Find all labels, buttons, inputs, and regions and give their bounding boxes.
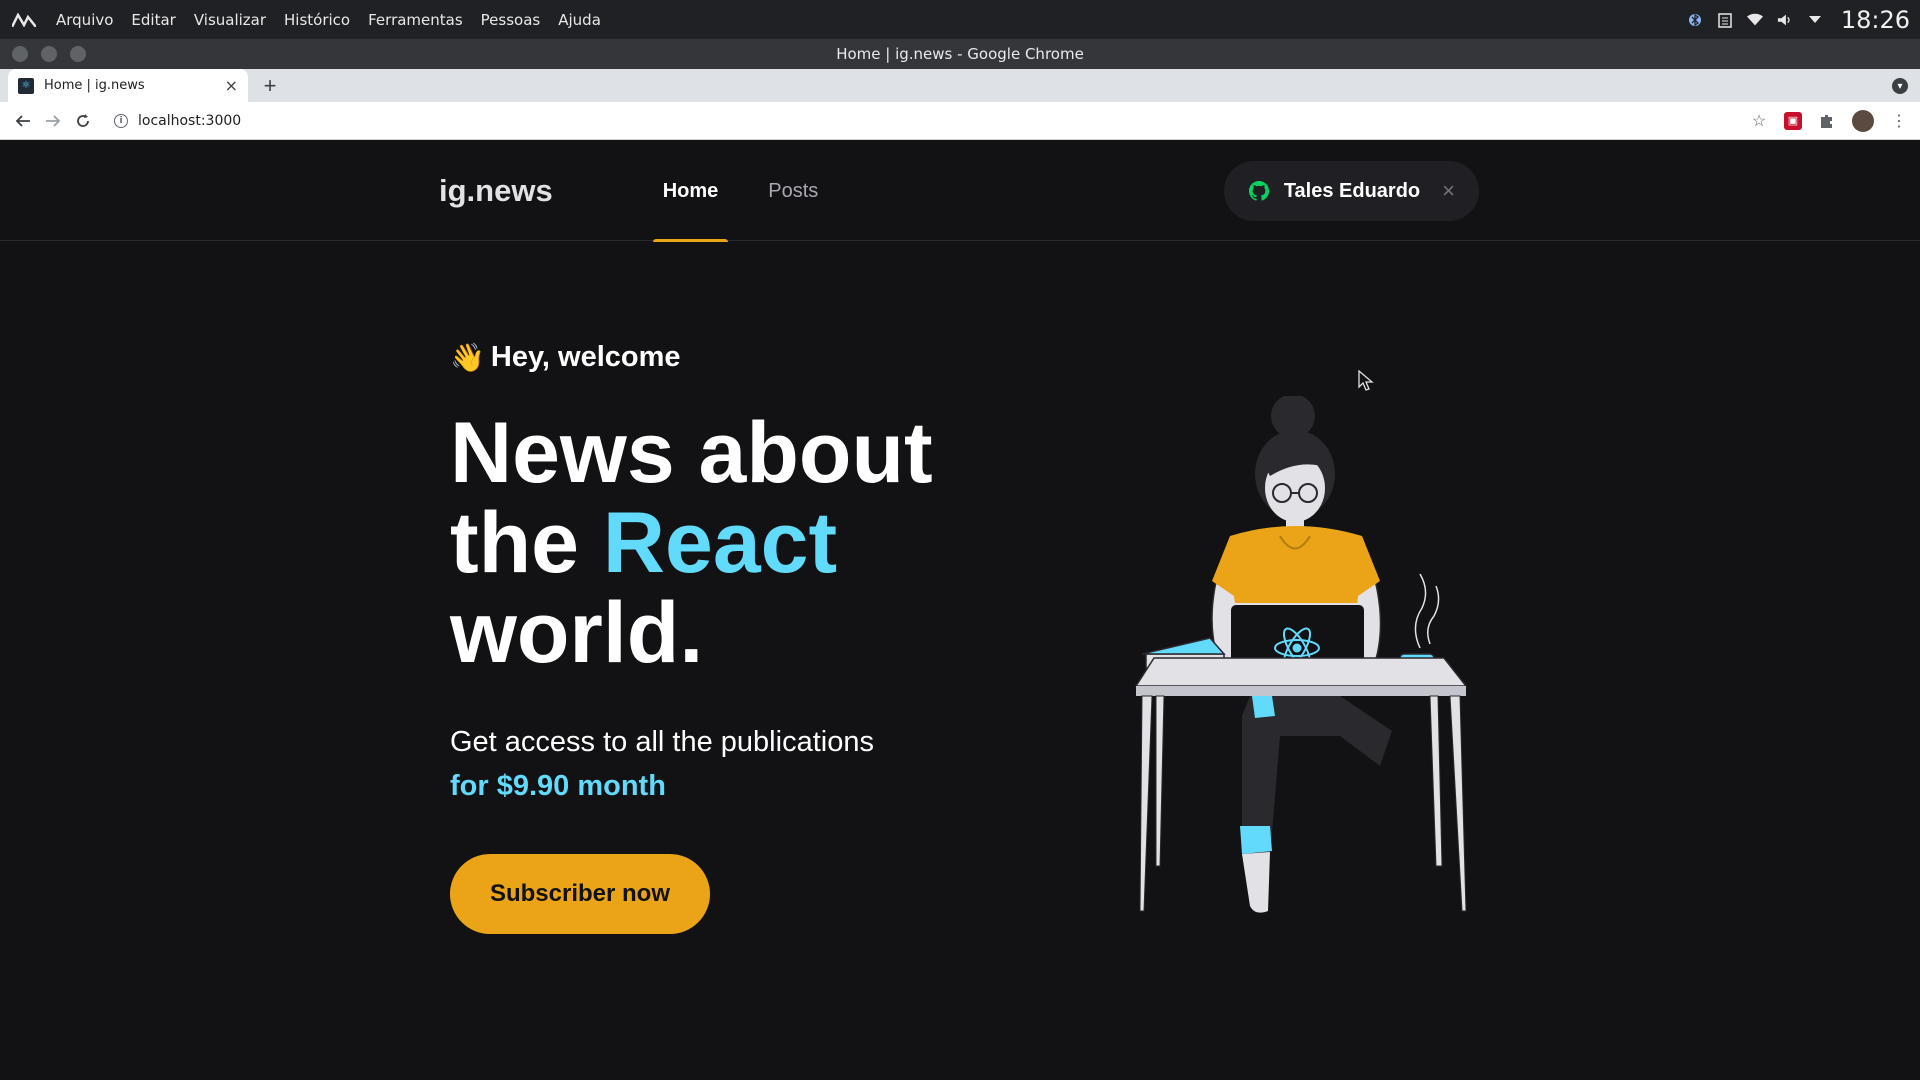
extension-area: ☆ ▣ ⋮	[1750, 109, 1908, 132]
bookmark-star-icon[interactable]: ☆	[1750, 112, 1768, 130]
github-signin-button[interactable]: Tales Eduardo ×	[1223, 161, 1479, 221]
menu-arquivo[interactable]: Arquivo	[56, 11, 113, 29]
hero-headline: News about the React world.	[450, 408, 990, 678]
system-tray: 18:26	[1687, 6, 1910, 34]
user-name: Tales Eduardo	[1283, 179, 1421, 202]
menu-pessoas[interactable]: Pessoas	[481, 11, 541, 29]
bluetooth-icon[interactable]	[1687, 12, 1703, 28]
forward-button[interactable]	[38, 106, 68, 136]
site-header: ig.news Home Posts Tales Eduardo ×	[0, 141, 1920, 242]
os-top-bar: Arquivo Editar Visualizar Histórico Ferr…	[0, 0, 1920, 39]
site-logo[interactable]: ig.news	[439, 173, 553, 209]
profile-avatar[interactable]	[1852, 109, 1874, 132]
menu-historico[interactable]: Histórico	[284, 11, 350, 29]
subscribe-button[interactable]: Subscriber now	[450, 854, 710, 934]
window-title: Home | ig.news - Google Chrome	[836, 45, 1084, 63]
signout-close-icon[interactable]: ×	[1442, 178, 1455, 204]
url-text[interactable]: localhost:3000	[138, 113, 241, 129]
header-content: ig.news Home Posts Tales Eduardo ×	[439, 141, 1479, 242]
address-bar[interactable]: i localhost:3000	[106, 106, 1750, 135]
welcome-text: Hey, welcome	[490, 341, 681, 373]
back-button[interactable]	[8, 106, 38, 136]
menu-ajuda[interactable]: Ajuda	[558, 11, 601, 29]
tab-home[interactable]: ⚛ Home | ig.news ×	[8, 69, 248, 102]
price-text: for $9.90 month	[450, 770, 666, 802]
tab-close-icon[interactable]: ×	[225, 76, 238, 95]
main-nav: Home Posts	[652, 141, 859, 242]
react-favicon-icon: ⚛	[18, 77, 34, 94]
headline-line-1: News about	[450, 405, 933, 501]
woman-coding-illustration	[1134, 396, 1468, 913]
site-info-icon[interactable]: i	[114, 113, 128, 128]
new-tab-button[interactable]: +	[256, 72, 284, 100]
chrome-menu-icon[interactable]: ⋮	[1890, 112, 1908, 130]
extension-icon[interactable]: ▣	[1784, 111, 1802, 130]
hero-subtitle: Get access to all the publications for $…	[450, 720, 990, 808]
puzzle-extensions-icon[interactable]	[1818, 112, 1836, 130]
nav-posts[interactable]: Posts	[758, 141, 828, 241]
clock[interactable]: 18:26	[1841, 6, 1910, 34]
manjaro-logo-icon[interactable]	[10, 10, 38, 30]
nav-home[interactable]: Home	[652, 141, 729, 242]
menu-ferramentas[interactable]: Ferramentas	[368, 11, 463, 29]
mouse-cursor-icon	[1358, 370, 1374, 391]
clipboard-icon[interactable]	[1717, 12, 1733, 28]
wifi-icon[interactable]	[1746, 12, 1763, 28]
tab-title: Home | ig.news	[44, 78, 145, 93]
toolbar: i localhost:3000 ☆ ▣ ⋮	[0, 102, 1920, 140]
welcome-line: 👋 Hey, welcome	[450, 341, 990, 374]
app-page: ig.news Home Posts Tales Eduardo × 👋 Hey…	[0, 141, 1920, 1080]
wave-hand-icon: 👋	[450, 342, 485, 373]
reload-button[interactable]	[68, 106, 98, 136]
browser-title-bar: Home | ig.news - Google Chrome	[0, 39, 1920, 69]
menu-visualizar[interactable]: Visualizar	[194, 11, 266, 29]
subtitle-text: Get access to all the publications	[450, 726, 874, 758]
os-menu: Arquivo Editar Visualizar Histórico Ferr…	[56, 11, 601, 29]
github-icon	[1248, 180, 1270, 202]
volume-icon[interactable]	[1777, 12, 1793, 28]
hero-section: 👋 Hey, welcome News about the React worl…	[450, 341, 990, 934]
tab-strip: ⚛ Home | ig.news × + ▾	[0, 69, 1920, 102]
tab-search-icon[interactable]: ▾	[1892, 78, 1908, 94]
menu-editar[interactable]: Editar	[131, 11, 175, 29]
headline-line-3: world.	[450, 585, 704, 681]
headline-highlight: React	[602, 495, 838, 591]
dropdown-icon[interactable]	[1807, 12, 1823, 28]
headline-the: the	[450, 495, 603, 591]
